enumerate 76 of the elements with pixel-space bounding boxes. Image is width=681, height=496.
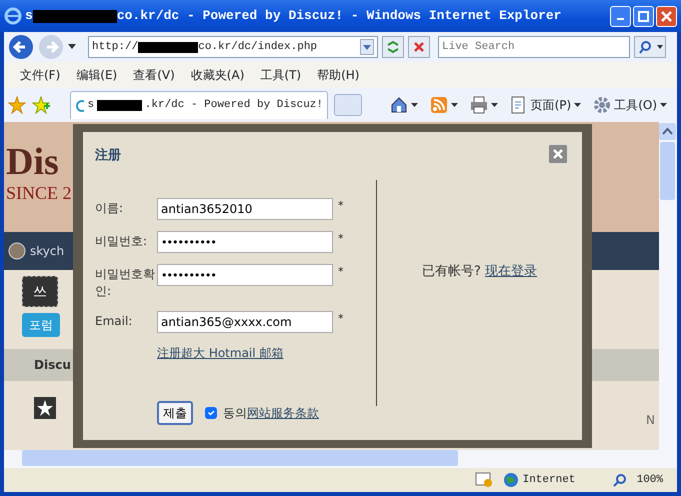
hotmail-link[interactable]: 注册超大 Hotmail 邮箱 [157,344,284,362]
password-field[interactable]: •••••••••• [157,264,333,286]
stop-button[interactable] [408,36,430,58]
zoom-icon [612,473,627,487]
dialog-title: 注册 [95,146,121,165]
section-heading: Discu [34,357,71,374]
scroll-up-button[interactable] [659,123,676,140]
maximize-button[interactable] [633,6,654,26]
home-icon [390,96,408,114]
required-mark: * [338,198,344,214]
password-field[interactable]: •••••••••• [157,231,333,253]
gear-icon [593,96,612,114]
menu-item[interactable]: 工具(T) [252,66,310,84]
maximize-icon [638,10,649,22]
search-field[interactable]: Live Search [438,36,630,58]
required-mark: * [338,264,344,280]
terms-link[interactable]: 网站服务条款 [247,406,319,420]
login-prompt: 已有帐号? [422,264,481,279]
menu-item[interactable]: 收藏夹(A) [182,66,252,84]
minimize-icon [617,18,624,20]
login-link[interactable]: 现在登录 [485,264,538,279]
field-label: 이름: [95,200,124,217]
browser-tab[interactable]: s .kr/dc - Powered by Discuz! [70,91,328,119]
command-button[interactable]: 工具(O) [593,96,667,114]
favorites-star-icon[interactable] [8,96,26,114]
add-favorite-icon[interactable] [32,96,50,114]
close-icon [661,10,672,22]
caret-icon [660,103,667,108]
back-button[interactable] [8,34,34,60]
field-label: 비밀번호: [95,233,148,250]
close-button[interactable] [548,144,568,164]
menu-item[interactable]: 编辑(E) [68,66,126,84]
side-letter: N [646,412,655,429]
minimize-button[interactable] [610,6,631,26]
address-field[interactable]: http:// co.kr/dc/index.php [88,36,378,58]
security-zone-text: Internet [522,472,576,488]
field-label: Email: [95,313,134,330]
field-label: 비밀번호확인: [95,266,156,300]
close-icon [553,149,563,159]
site-logo-text: Dis [6,142,59,180]
username-text: skych [30,243,64,260]
browser-logo-icon [75,98,84,112]
required-mark: * [338,231,344,247]
site-tagline: SINCE 2 [6,182,72,205]
menu-item[interactable]: 文件(F) [12,66,68,84]
warning-icon [474,472,493,488]
menu-item[interactable]: 查看(V) [125,66,183,84]
scrollbar-thumb[interactable] [22,450,458,466]
button-badge-icon [8,242,26,260]
command-button[interactable]: 页面(P) [510,96,582,114]
dropdown-arrow-icon[interactable] [68,44,76,50]
star-icon [34,397,56,419]
caret-icon [574,103,582,108]
search-button[interactable] [634,36,666,58]
text-field[interactable]: antian365@xxxx.com [157,311,333,333]
command-button[interactable] [430,96,458,114]
refresh-button[interactable] [382,36,404,58]
required-mark: * [338,311,344,327]
zoom-level[interactable]: 100% [636,472,663,488]
submit-button[interactable]: 제출 [157,401,193,425]
caret-icon [410,103,418,108]
window-title: s co.kr/dc - Powered by Discuz! - Windows Internet Explorer [25,7,562,26]
printer-icon [470,96,488,114]
feed-icon [430,96,448,114]
caret-icon [450,103,458,108]
write-button[interactable]: 쓰 [22,276,58,307]
caret-icon [490,103,498,108]
agree-text: 동의 网站服务条款 [223,405,319,422]
command-button[interactable] [470,96,498,114]
scrollbar-thumb[interactable] [660,142,675,200]
text-field[interactable]: antian3652010 [157,198,333,220]
menu-item[interactable]: 帮助(H) [309,66,368,84]
browser-logo-icon [4,7,22,25]
command-button[interactable] [390,96,418,114]
agree-checkbox[interactable] [205,407,217,419]
globe-icon [502,472,519,488]
